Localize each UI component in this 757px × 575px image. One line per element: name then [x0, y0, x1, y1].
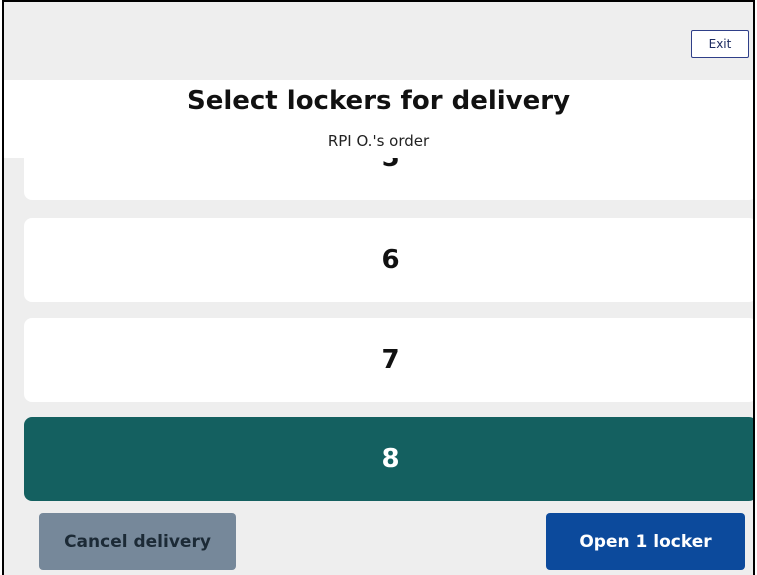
cancel-delivery-button[interactable]: Cancel delivery	[39, 513, 236, 570]
locker-number: 7	[381, 345, 400, 375]
app-window: Exit 5 6 7 8 Select lockers for delivery…	[2, 0, 755, 575]
locker-item-8[interactable]: 8	[24, 417, 753, 501]
order-subtitle: RPI O.'s order	[327, 132, 430, 150]
locker-item-7[interactable]: 7	[24, 318, 753, 402]
top-bar: Exit	[4, 2, 753, 80]
locker-item-6[interactable]: 6	[24, 218, 753, 302]
page-title: Select lockers for delivery	[186, 86, 571, 116]
exit-button[interactable]: Exit	[691, 30, 749, 58]
action-bar: Cancel delivery Open 1 locker	[4, 508, 753, 575]
locker-number: 6	[381, 245, 400, 275]
page-header: Select lockers for delivery RPI O.'s ord…	[4, 80, 753, 158]
locker-number: 8	[381, 444, 400, 474]
open-locker-button[interactable]: Open 1 locker	[546, 513, 745, 570]
